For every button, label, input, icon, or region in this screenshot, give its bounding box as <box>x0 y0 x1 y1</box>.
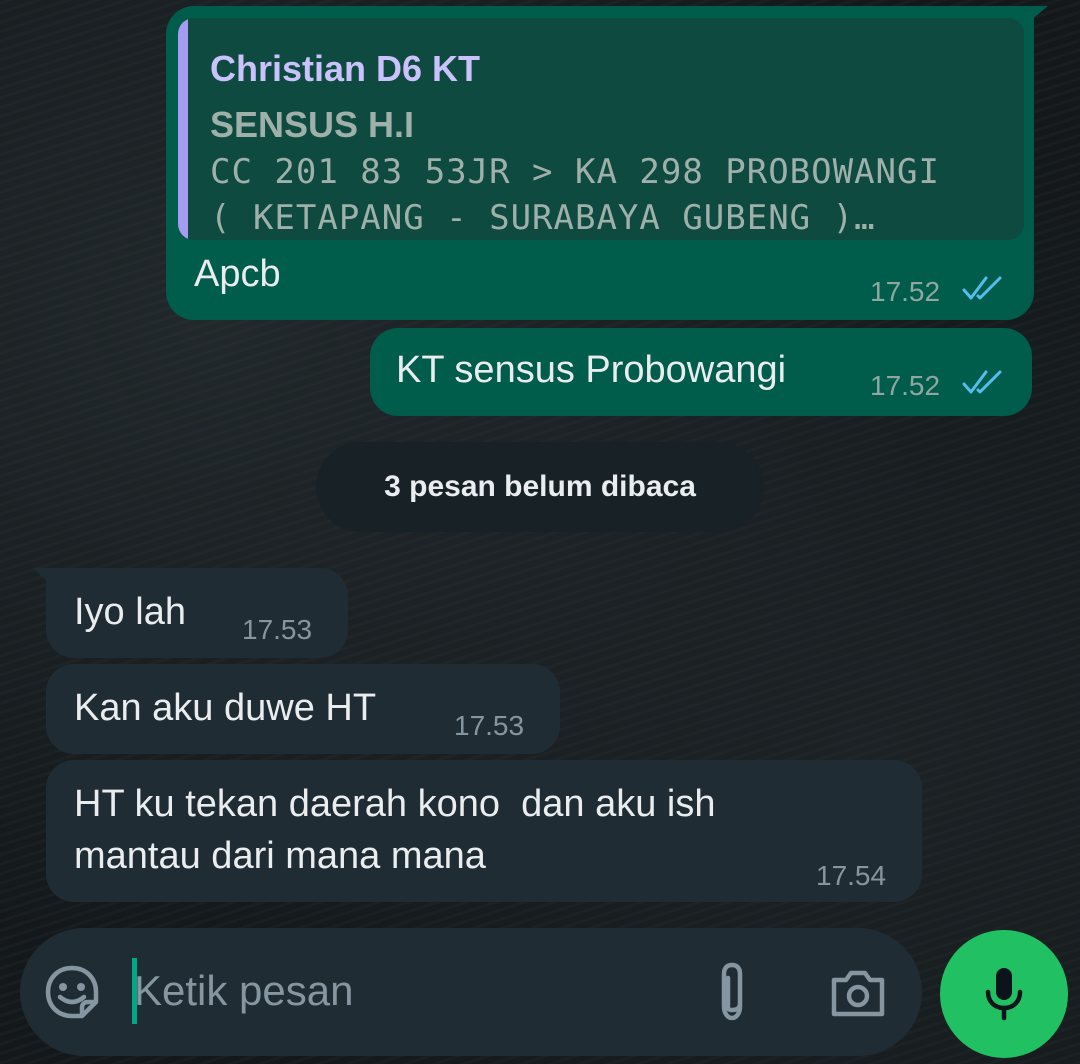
sticker-icon[interactable] <box>44 964 100 1020</box>
message-bubble[interactable]: Iyo lah 17.53 <box>32 568 348 658</box>
quote-author: Christian D6 KT <box>210 48 481 89</box>
message-bubble[interactable]: KT sensus Probowangi 17.52 <box>370 328 1032 416</box>
paperclip-icon[interactable] <box>710 960 754 1024</box>
message-text: Kan aku duwe HT <box>74 687 377 729</box>
message-composer <box>20 928 922 1056</box>
message-time: 17.54 <box>816 860 887 891</box>
message-input[interactable] <box>134 958 674 1024</box>
quoted-message[interactable]: Christian D6 KT SENSUS H.I CC 201 83 53J… <box>178 18 1024 240</box>
unread-messages-banner: 3 pesan belum dibaca <box>316 442 764 532</box>
message-time: 17.53 <box>242 614 313 645</box>
bubble-tail <box>1024 6 1048 26</box>
read-ticks-icon <box>962 276 1002 300</box>
quote-accent-bar <box>178 18 188 240</box>
message-time: 17.53 <box>454 710 525 741</box>
quote-line: SENSUS H.I <box>210 104 415 145</box>
message-text: KT sensus Probowangi <box>396 349 787 391</box>
message-time: 17.52 <box>870 370 941 401</box>
message-bubble-reply[interactable]: Christian D6 KT SENSUS H.I CC 201 83 53J… <box>166 6 1048 320</box>
bubble-tail <box>32 568 56 588</box>
message-text: Iyo lah <box>74 591 186 633</box>
message-text: Apcb <box>194 253 281 295</box>
microphone-icon <box>985 968 1023 1021</box>
read-ticks-icon <box>962 370 1002 394</box>
camera-icon[interactable] <box>828 964 888 1020</box>
voice-record-button[interactable] <box>940 930 1068 1058</box>
message-bubble[interactable]: Kan aku duwe HT 17.53 <box>46 664 560 754</box>
message-bubble[interactable]: HT ku tekan daerah kono dan aku ish mant… <box>46 760 922 902</box>
quote-line: ( KETAPANG - SURABAYA GUBENG )… <box>210 198 876 238</box>
quote-line: CC 201 83 53JR > KA 298 PROBOWANGI <box>210 152 940 192</box>
message-text: HT ku tekan daerah kono dan aku ish mant… <box>74 783 716 877</box>
message-time: 17.52 <box>870 276 941 307</box>
